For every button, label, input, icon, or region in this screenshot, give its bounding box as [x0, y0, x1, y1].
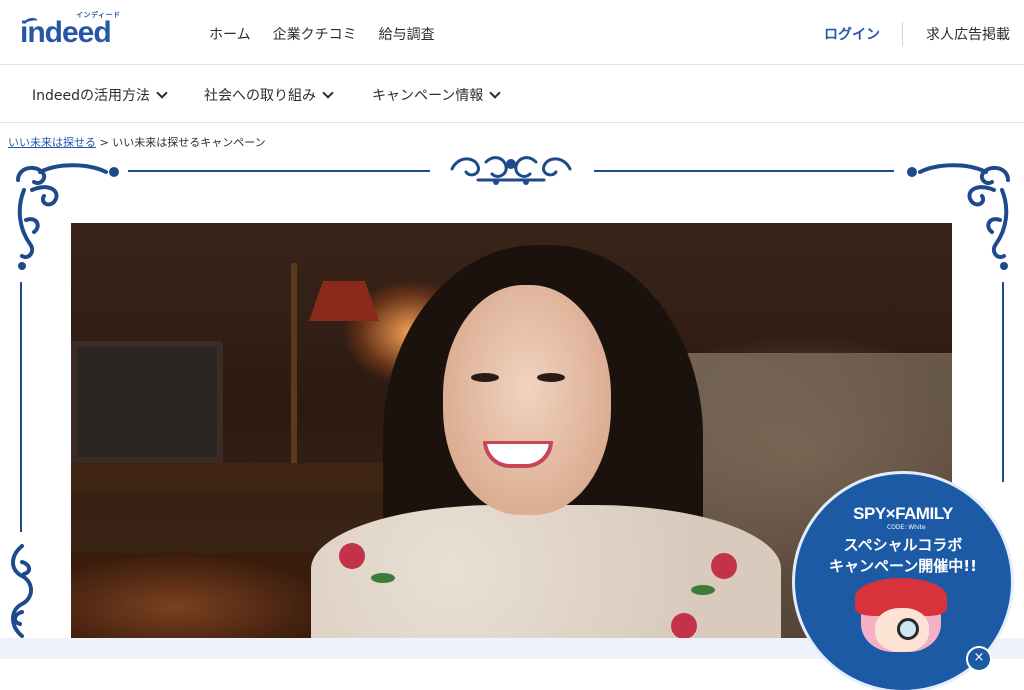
photo-face — [443, 285, 611, 515]
chevron-down-icon — [322, 87, 334, 99]
photo-eye — [537, 373, 565, 382]
photo-table — [71, 463, 401, 493]
nav-company-reviews-link[interactable]: 企業クチコミ — [273, 24, 357, 44]
photo-chair — [71, 553, 331, 643]
spy-family-logo-sub: CODE: White — [887, 524, 926, 531]
nav-home-link[interactable]: ホーム — [209, 24, 251, 44]
frame-right-line — [1002, 282, 1004, 482]
breadcrumb-separator: > — [99, 136, 109, 149]
photo-rose — [339, 543, 365, 569]
photo-rose — [671, 613, 697, 639]
photo-lamp-shade — [309, 281, 379, 321]
nav-salary-link[interactable]: 給与調査 — [379, 24, 435, 44]
main-nav: ホーム 企業クチコミ 給与調査 — [209, 24, 435, 44]
chevron-down-icon — [489, 87, 501, 99]
subnav-campaign-info[interactable]: キャンペーン情報 — [372, 85, 501, 105]
subnav-label: 社会への取り組み — [204, 88, 316, 104]
subnav-label: キャンペーン情報 — [372, 88, 484, 104]
indeed-logo[interactable]: インディード indeed — [20, 10, 126, 49]
sub-nav: Indeedの活用方法 社会への取り組み キャンペーン情報 — [0, 65, 1024, 123]
frame-left-line — [20, 282, 22, 532]
subnav-social-initiatives[interactable]: 社会への取り組み — [204, 85, 334, 105]
magnifier-icon — [897, 618, 919, 640]
subnav-label: Indeedの活用方法 — [32, 88, 151, 104]
close-icon[interactable]: × — [966, 646, 992, 672]
breadcrumb-current: いい未来は探せるキャンペーン — [112, 136, 266, 149]
badge-line-2: キャンペーン開催中!! — [829, 557, 977, 575]
badge-line-1: スペシャルコラボ — [843, 536, 963, 554]
login-link[interactable]: ログイン — [824, 24, 880, 44]
frame-top-line-left — [128, 170, 430, 172]
center-ornament-icon — [450, 156, 572, 185]
photo-leaf — [371, 573, 395, 583]
photo-picture-frame — [71, 341, 223, 463]
spy-family-logo: SPY×FAMILY — [853, 504, 953, 523]
side-ornament-left-icon — [11, 544, 33, 638]
logo-wordmark: indeed — [20, 16, 112, 49]
breadcrumb-link[interactable]: いい未来は探せる — [8, 136, 96, 149]
subnav-how-to-use[interactable]: Indeedの活用方法 — [32, 85, 168, 105]
photo-rose — [711, 553, 737, 579]
chevron-down-icon — [156, 87, 168, 99]
photo-leaf — [691, 585, 715, 595]
header-divider — [902, 22, 903, 46]
frame-top-line-right — [594, 170, 894, 172]
photo-eye — [471, 373, 499, 382]
breadcrumb: いい未来は探せる > いい未来は探せるキャンペーン — [8, 134, 266, 150]
post-job-link[interactable]: 求人広告掲載 — [926, 24, 1010, 44]
site-header: インディード indeed ホーム 企業クチコミ 給与調査 ログイン 求人広告掲… — [0, 0, 1024, 65]
photo-lamp-stem — [291, 263, 297, 473]
